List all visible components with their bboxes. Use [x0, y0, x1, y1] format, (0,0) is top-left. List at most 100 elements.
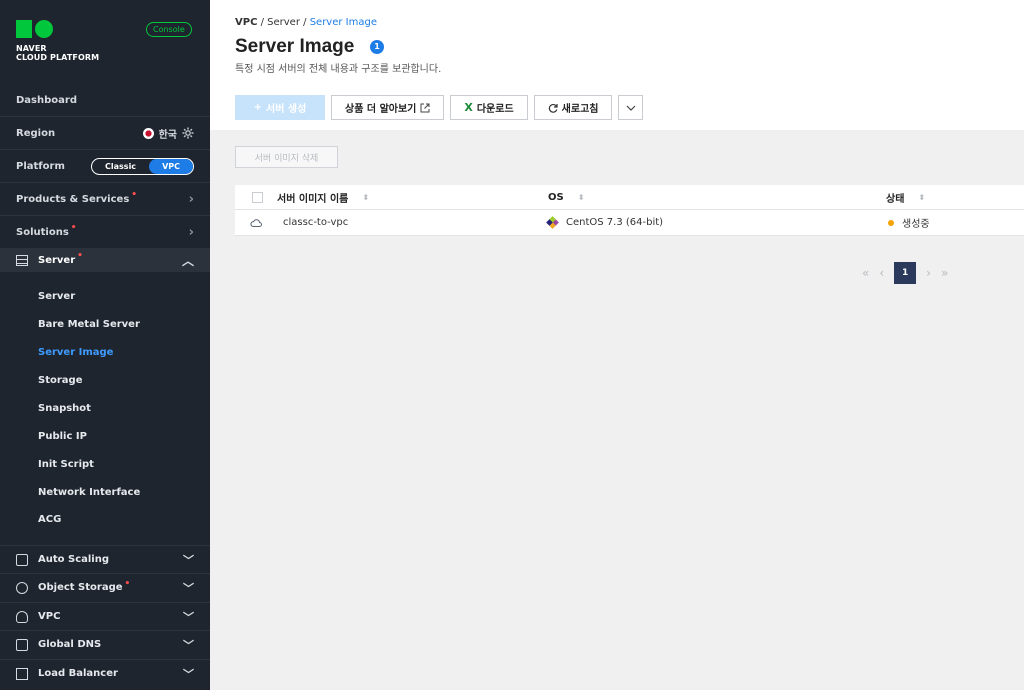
server-image-table: 서버 이미지 이름 ⬍ OS ⬍ 상태 ⬍ classc-to-vpc Cent…	[235, 185, 1024, 236]
platform-row: Platform Classic VPC	[0, 150, 210, 183]
platform-option-classic[interactable]: Classic	[92, 159, 149, 174]
load-balancer-icon	[16, 667, 28, 680]
table-header: 서버 이미지 이름 ⬍ OS ⬍ 상태 ⬍	[235, 185, 1024, 210]
global-dns-label: Global DNS	[38, 639, 102, 650]
sidebar-section-auto-scaling[interactable]: Auto Scaling ﹀	[0, 545, 210, 573]
sidebar-item-storage[interactable]: Storage	[38, 375, 82, 386]
naver-cloud-logo[interactable]: NAVER CLOUD PLATFORM	[16, 20, 99, 62]
breadcrumb: VPC / Server / Server Image	[235, 17, 377, 28]
solutions-label: Solutions	[16, 226, 69, 238]
content-area: 서버 이미지 삭제 서버 이미지 이름 ⬍ OS ⬍ 상태 ⬍ classc-t…	[210, 130, 1024, 690]
sidebar-section-global-dns[interactable]: Global DNS ﹀	[0, 630, 210, 658]
column-name-label: 서버 이미지 이름	[277, 193, 349, 205]
sidebar-item-public-ip[interactable]: Public IP	[38, 431, 87, 442]
region-label: Region	[16, 127, 56, 139]
sidebar-item-acg[interactable]: ACG	[38, 514, 61, 525]
breadcrumb-server-image: Server Image	[309, 17, 377, 28]
object-storage-label: Object Storage	[38, 582, 123, 593]
page-title: Server Image	[235, 36, 355, 57]
image-status: 생성중	[902, 219, 930, 230]
external-link-icon	[420, 103, 430, 112]
delete-server-image-button[interactable]: 서버 이미지 삭제	[235, 146, 338, 168]
load-balancer-label: Load Balancer	[38, 668, 118, 679]
breadcrumb-server[interactable]: Server	[267, 17, 300, 28]
refresh-button[interactable]: 새로고침	[533, 95, 613, 120]
column-header-status[interactable]: 상태 ⬍	[886, 190, 1024, 205]
chevron-down-icon	[626, 105, 636, 111]
chevron-down-icon: ﹀	[183, 553, 194, 567]
platform-option-vpc[interactable]: VPC	[149, 158, 193, 174]
console-badge[interactable]: Console	[146, 22, 192, 37]
select-all-checkbox[interactable]	[252, 191, 263, 203]
first-page-icon[interactable]: «	[862, 266, 869, 280]
image-name[interactable]: classc-to-vpc	[283, 217, 348, 228]
server-section-label: Server	[38, 254, 76, 266]
table-row[interactable]: classc-to-vpc CentOS 7.3 (64-bit) 생성중	[235, 210, 1024, 236]
chevron-down-icon: ﹀	[183, 638, 194, 652]
sidebar-item-network-interface[interactable]: Network Interface	[38, 487, 140, 498]
chevron-right-icon: ›	[188, 191, 194, 207]
sidebar-section-load-balancer[interactable]: Load Balancer ﹀	[0, 659, 210, 687]
sidebar-section-object-storage[interactable]: Object Storage • ﹀	[0, 573, 210, 601]
sidebar-item-dashboard[interactable]: Dashboard	[0, 84, 210, 117]
column-header-os[interactable]: OS ⬍	[548, 192, 886, 203]
refresh-label: 새로고침	[561, 104, 599, 115]
required-mark: •	[77, 251, 83, 261]
excel-icon: X	[464, 101, 473, 114]
global-dns-icon	[16, 638, 28, 651]
download-button[interactable]: X 다운로드	[450, 95, 528, 120]
next-page-icon[interactable]: ›	[926, 266, 931, 280]
region-row: Region 한국	[0, 117, 210, 150]
plus-icon: +	[253, 102, 263, 113]
chevron-right-icon: ›	[188, 224, 194, 240]
sidebar-item-products-services[interactable]: Products & Services • ›	[0, 183, 210, 216]
chevron-down-icon: ﹀	[183, 610, 194, 624]
sidebar-section-vpc[interactable]: VPC ﹀	[0, 602, 210, 630]
create-server-button[interactable]: + 서버 생성	[235, 95, 325, 120]
download-label: 다운로드	[476, 104, 514, 115]
refresh-icon	[548, 103, 558, 113]
sidebar-item-bare-metal-server[interactable]: Bare Metal Server	[38, 319, 140, 330]
chevron-up-icon: ︿	[181, 253, 194, 268]
gear-icon[interactable]	[182, 127, 194, 139]
toolbar: + 서버 생성 상품 더 알아보기 X 다운로드 새로고침	[235, 95, 644, 120]
column-status-label: 상태	[886, 193, 905, 205]
dashboard-label: Dashboard	[16, 94, 77, 106]
cloud-icon	[250, 218, 262, 227]
required-mark: •	[124, 578, 131, 589]
required-mark: •	[131, 190, 138, 200]
sort-icon[interactable]: ⬍	[578, 193, 585, 202]
last-page-icon[interactable]: »	[941, 266, 948, 280]
pagination: « ‹ 1 › »	[862, 262, 948, 284]
sort-icon[interactable]: ⬍	[918, 193, 925, 202]
platform-label: Platform	[16, 160, 65, 172]
image-os: CentOS 7.3 (64-bit)	[566, 217, 664, 228]
breadcrumb-vpc[interactable]: VPC	[235, 17, 257, 28]
products-services-label: Products & Services	[16, 193, 130, 205]
vpc-label: VPC	[38, 611, 61, 622]
sidebar-item-snapshot[interactable]: Snapshot	[38, 403, 91, 414]
sidebar-section-server[interactable]: Server • ︿	[0, 248, 210, 272]
learn-more-button[interactable]: 상품 더 알아보기	[331, 95, 445, 120]
prev-page-icon[interactable]: ‹	[879, 266, 884, 280]
info-badge[interactable]: 1	[370, 40, 384, 54]
sidebar-item-init-script[interactable]: Init Script	[38, 459, 94, 470]
sidebar-item-server[interactable]: Server	[38, 291, 75, 302]
sidebar-item-solutions[interactable]: Solutions • ›	[0, 216, 210, 249]
sort-icon[interactable]: ⬍	[362, 193, 369, 202]
server-icon	[16, 254, 28, 266]
more-dropdown-button[interactable]	[618, 95, 644, 120]
region-value[interactable]: 한국	[159, 126, 177, 141]
sidebar: NAVER CLOUD PLATFORM Console Dashboard R…	[0, 0, 210, 690]
sidebar-item-server-image[interactable]: Server Image	[38, 347, 113, 358]
status-dot-icon	[888, 219, 894, 226]
column-header-name[interactable]: 서버 이미지 이름 ⬍	[277, 190, 548, 205]
page-number-current[interactable]: 1	[894, 262, 917, 284]
logo-line1: NAVER	[16, 44, 47, 53]
auto-scaling-label: Auto Scaling	[38, 554, 110, 565]
column-os-label: OS	[548, 191, 564, 203]
centos-icon	[546, 216, 559, 229]
object-storage-icon	[16, 581, 28, 594]
vpc-cloud-icon	[16, 610, 28, 623]
platform-toggle[interactable]: Classic VPC	[91, 157, 194, 175]
